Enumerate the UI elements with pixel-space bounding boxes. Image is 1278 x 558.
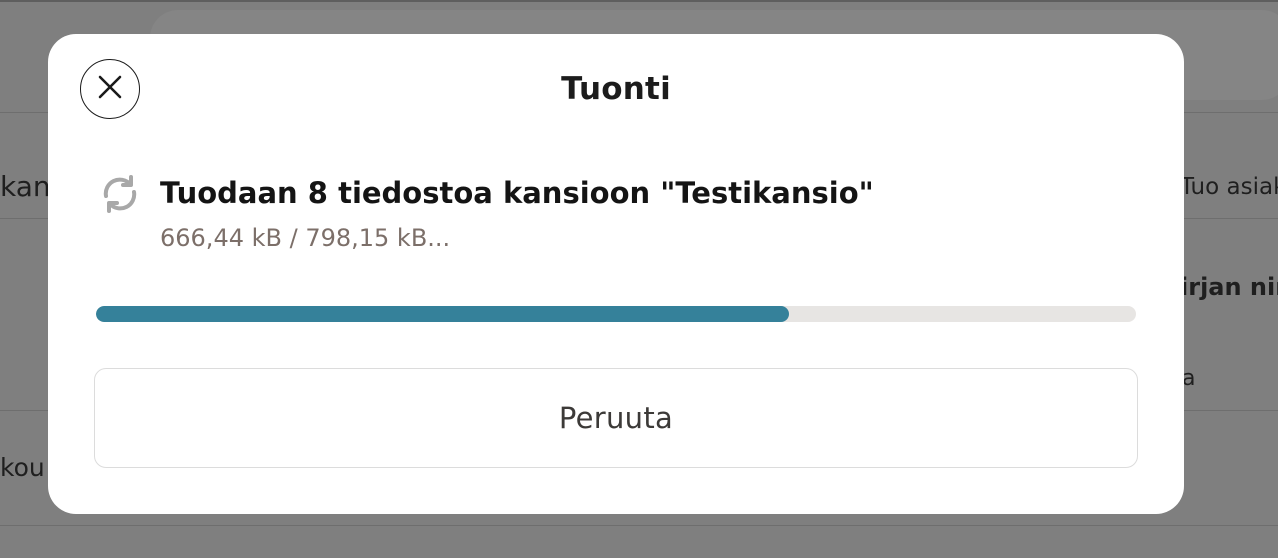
- progress-bar-fill: [96, 306, 789, 322]
- background-top-border: [0, 0, 1278, 2]
- background-text: kan: [0, 170, 51, 203]
- background-text: irjan nim: [1180, 273, 1278, 301]
- import-dialog: Tuonti Tuodaan 8 tiedostoa kansioon "Tes…: [48, 34, 1184, 514]
- background-text: a: [1182, 366, 1196, 391]
- dialog-title: Tuonti: [561, 71, 671, 107]
- import-progress-text: 666,44 kB / 798,15 kB...: [160, 224, 451, 252]
- background-text: kou: [0, 453, 45, 482]
- background-divider: [0, 525, 1278, 526]
- sync-icon: [98, 172, 142, 216]
- import-status-title: Tuodaan 8 tiedostoa kansioon "Testikansi…: [160, 176, 874, 210]
- cancel-button[interactable]: Peruuta: [94, 368, 1138, 468]
- progress-bar: [96, 306, 1136, 322]
- background-text: Tuo asiak: [1180, 174, 1278, 200]
